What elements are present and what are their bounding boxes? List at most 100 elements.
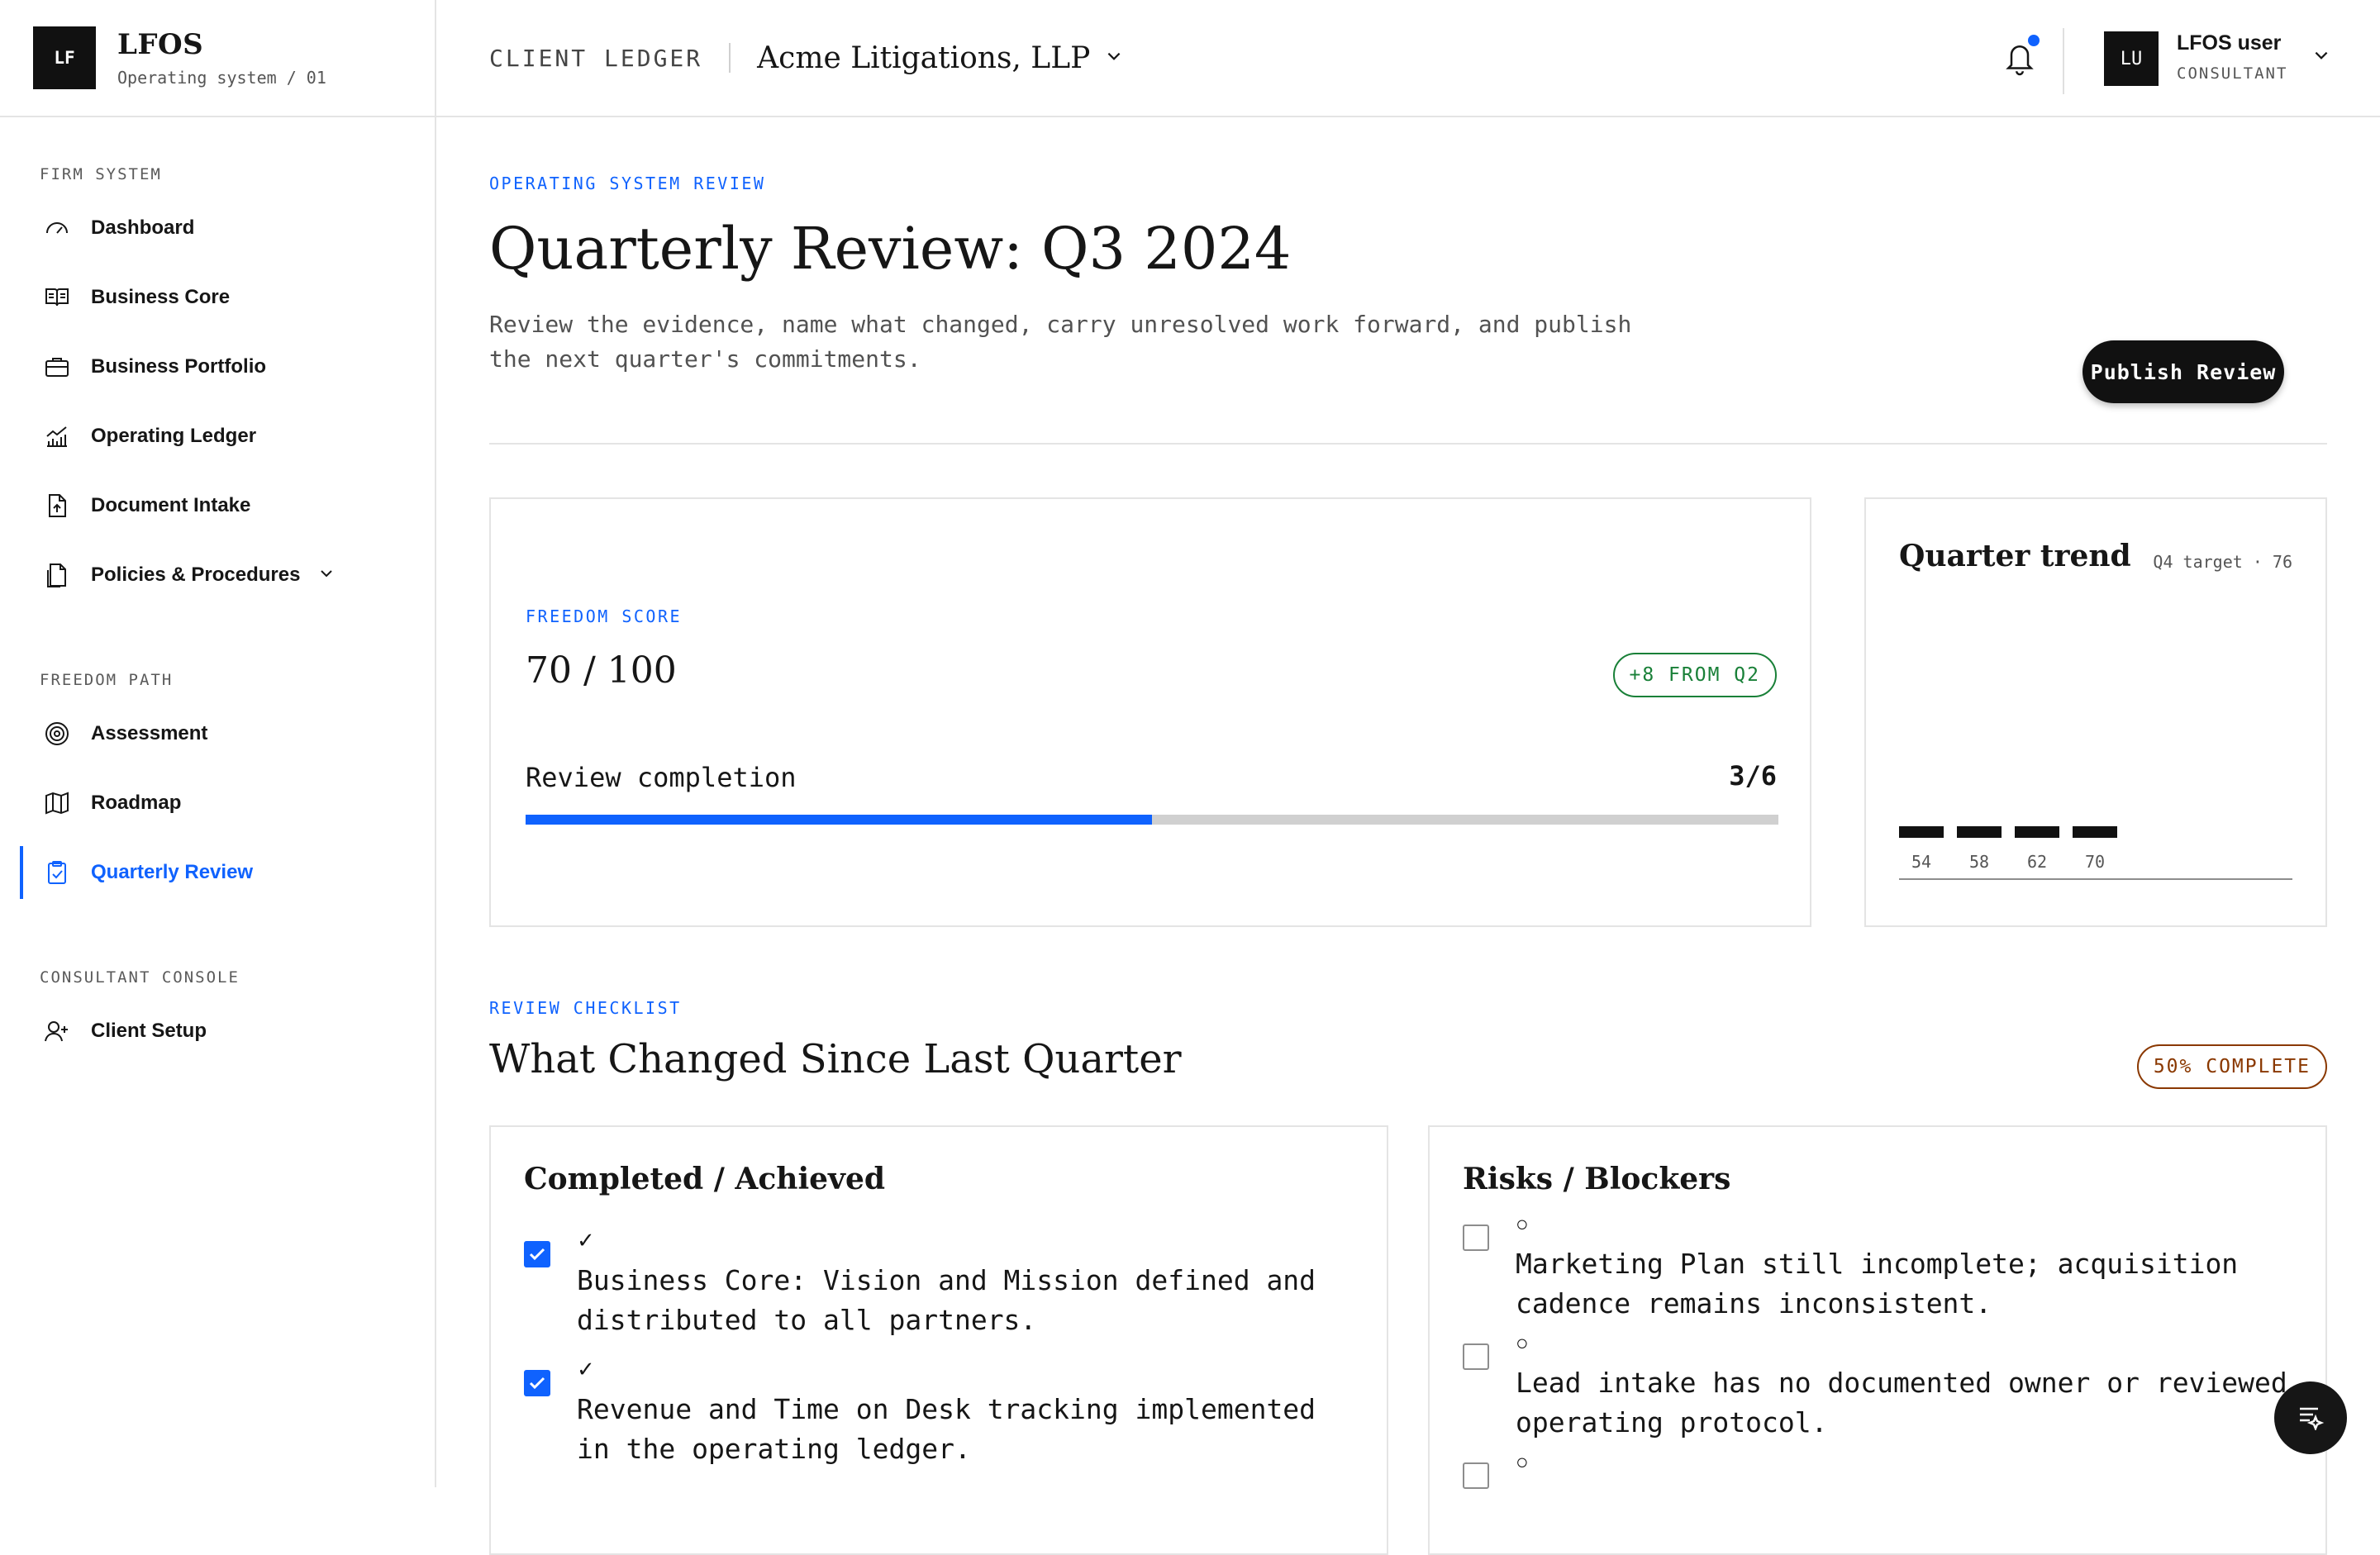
user-name[interactable]: LFOS user [2177, 31, 2281, 55]
list-filter-icon [2297, 1402, 2325, 1434]
completed-title: Completed / Achieved [524, 1162, 886, 1196]
sidebar: LF LFOS Operating system / 01 FIRM SYSTE… [0, 0, 436, 1487]
sidebar-item-label: Quarterly Review [91, 861, 254, 883]
breadcrumb[interactable]: CLIENT LEDGER [489, 45, 702, 72]
sidebar-item-dashboard[interactable]: Dashboard [0, 193, 435, 263]
gauge-icon [43, 214, 71, 242]
publish-review-button[interactable]: Publish Review [2082, 340, 2284, 403]
score-delta-badge: +8 FROM Q2 [1612, 653, 1777, 697]
trend-bar [1957, 826, 2002, 838]
notification-dot [2028, 35, 2040, 46]
page-eyebrow: OPERATING SYSTEM REVIEW [489, 174, 766, 193]
page-title: Quarterly Review: Q3 2024 [489, 215, 1292, 283]
trend-bar [1899, 826, 1944, 838]
chart-annotation: Q4 target · 76 [2153, 552, 2292, 572]
list-item-text: Business Core: Vision and Mission define… [577, 1264, 1316, 1336]
book-icon [43, 283, 71, 311]
divider [729, 43, 731, 73]
checklist-eyebrow: REVIEW CHECKLIST [489, 998, 682, 1018]
brand[interactable]: LF LFOS Operating system / 01 [0, 0, 435, 117]
top-bar: CLIENT LEDGER Acme Litigations, LLP LU L… [436, 0, 2380, 117]
chevron-down-icon[interactable] [318, 565, 335, 586]
checkbox[interactable] [1463, 1343, 1489, 1370]
chart-line-icon [43, 422, 71, 450]
trend-tick-label: 58 [1969, 852, 1989, 872]
trend-tick-label: 54 [1911, 852, 1931, 872]
score-eyebrow: FREEDOM SCORE [526, 606, 683, 626]
trend-tick-label: 62 [2027, 852, 2047, 872]
chart-title: Quarter trend [1899, 539, 2131, 573]
map-icon [43, 789, 71, 817]
sidebar-item-policies-procedures[interactable]: Policies & Procedures [0, 540, 435, 610]
sidebar-item-quarterly-review[interactable]: Quarterly Review [0, 838, 435, 907]
brand-subtitle: Operating system / 01 [117, 68, 326, 88]
sidebar-item-label: Client Setup [91, 1020, 207, 1042]
trend-bar [2015, 826, 2059, 838]
list-item-text: Marketing Plan still incomplete; acquisi… [1516, 1248, 2239, 1320]
sidebar-item-label: Dashboard [91, 216, 195, 239]
sidebar-item-assessment[interactable]: Assessment [0, 699, 435, 768]
sidebar-item-business-portfolio[interactable]: Business Portfolio [0, 332, 435, 402]
sidebar-item-label: Document Intake [91, 494, 251, 516]
brand-logo: LF [33, 26, 96, 89]
list-item-text: Revenue and Time on Desk tracking implem… [577, 1393, 1316, 1465]
sidebar-item-operating-ledger[interactable]: Operating Ledger [0, 402, 435, 471]
review-completion-value: 3/6 [1729, 760, 1777, 792]
review-completion-label: Review completion [526, 762, 797, 793]
completed-card: Completed / Achieved ✓ Business Core: Vi… [489, 1125, 1388, 1555]
sidebar-item-label: Roadmap [91, 792, 182, 814]
quarter-trend-chart: 54 58 62 70 [1899, 826, 2292, 880]
divider [2063, 28, 2064, 94]
status-mark: ○ [1516, 1330, 1529, 1355]
clipboard-check-icon [43, 858, 71, 887]
nav-section-freedom-path: FREEDOM PATH [40, 671, 174, 689]
checkbox[interactable] [524, 1370, 550, 1396]
checklist-progress-badge: 50% COMPLETE [2136, 1044, 2327, 1089]
risks-card: Risks / Blockers ○ Marketing Plan still … [1428, 1125, 2327, 1555]
list-item-text: Lead intake has no documented owner or r… [1516, 1367, 2287, 1438]
briefcase-icon [43, 353, 71, 381]
avatar[interactable]: LU [2104, 31, 2159, 86]
filter-list-button[interactable] [2274, 1381, 2347, 1454]
sidebar-item-business-core[interactable]: Business Core [0, 263, 435, 332]
document-icon [43, 561, 71, 589]
divider [489, 443, 2327, 445]
page-description: Review the evidence, name what changed, … [489, 311, 1632, 373]
main-content: OPERATING SYSTEM REVIEW Quarterly Review… [436, 117, 2380, 1555]
status-mark: ✓ [577, 1357, 595, 1381]
target-icon [43, 720, 71, 748]
user-add-icon [43, 1017, 71, 1045]
checkbox[interactable] [1463, 1462, 1489, 1489]
sidebar-item-label: Assessment [91, 722, 208, 744]
sidebar-item-client-setup[interactable]: Client Setup [0, 996, 435, 1066]
chevron-down-icon[interactable] [2312, 46, 2330, 69]
sidebar-item-label: Business Core [91, 286, 231, 308]
status-mark: ○ [1516, 1211, 1529, 1236]
file-upload-icon [43, 492, 71, 520]
client-selector[interactable]: Acme Litigations, LLP [757, 41, 1090, 75]
nav-section-firm-system: FIRM SYSTEM [40, 165, 162, 183]
sidebar-item-label: Operating Ledger [91, 425, 257, 447]
sidebar-item-document-intake[interactable]: Document Intake [0, 471, 435, 540]
status-mark: ○ [1516, 1449, 1529, 1474]
quarter-trend-card: Quarter trend Q4 target · 76 54 58 62 70 [1864, 497, 2327, 927]
review-completion-bar [526, 815, 1778, 825]
status-mark: ✓ [577, 1228, 595, 1253]
freedom-score-card: FREEDOM SCORE 70 / 100 +8 FROM Q2 Review… [489, 497, 1811, 927]
user-role: CONSULTANT [2177, 64, 2288, 83]
sidebar-item-roadmap[interactable]: Roadmap [0, 768, 435, 838]
sidebar-item-label: Policies & Procedures [91, 564, 301, 586]
checkbox[interactable] [524, 1241, 550, 1267]
nav-section-consultant-console: CONSULTANT CONSOLE [40, 968, 240, 987]
trend-bar [2073, 826, 2117, 838]
checkbox[interactable] [1463, 1225, 1489, 1251]
chevron-down-icon[interactable] [1105, 47, 1123, 69]
bell-icon[interactable] [2003, 35, 2043, 79]
review-completion-fill [526, 815, 1152, 825]
freedom-score-value: 70 / 100 [526, 649, 677, 692]
brand-name: LFOS [117, 28, 204, 61]
checklist-title: What Changed Since Last Quarter [489, 1036, 1182, 1082]
sidebar-item-label: Business Portfolio [91, 355, 267, 378]
risks-title: Risks / Blockers [1463, 1162, 1731, 1196]
trend-tick-label: 70 [2085, 852, 2105, 872]
